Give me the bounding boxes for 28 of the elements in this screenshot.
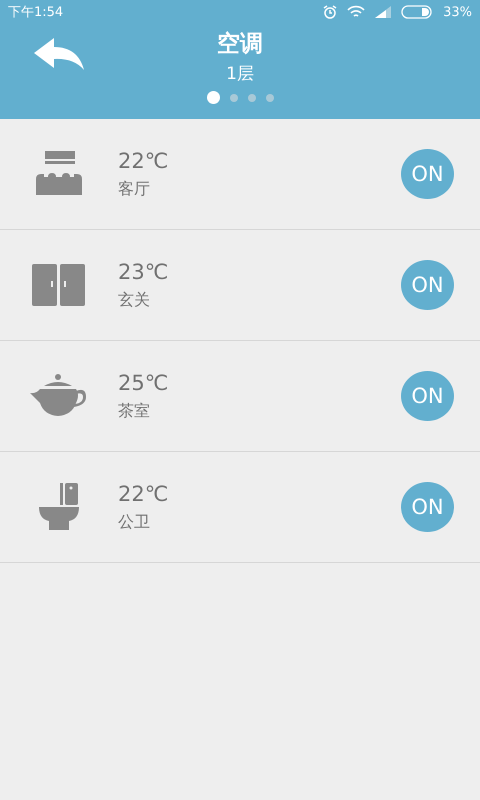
power-toggle[interactable]: ON [401, 260, 454, 310]
wifi-icon [347, 5, 366, 19]
power-toggle[interactable]: ON [401, 482, 454, 532]
room-temperature: 23℃ [118, 260, 170, 284]
status-time: 下午1:54 [8, 4, 64, 21]
room-temperature: 25℃ [118, 370, 170, 394]
room-name: 茶室 [118, 400, 151, 422]
battery-icon [401, 5, 434, 19]
page-indicator-dot[interactable] [206, 91, 220, 104]
back-button[interactable] [34, 38, 86, 72]
page-title: 空调 [217, 30, 263, 59]
alarm-icon [323, 5, 338, 19]
power-toggle[interactable]: ON [401, 371, 454, 421]
room-name: 玄关 [118, 290, 151, 310]
room-temperature: 22℃ [118, 482, 170, 506]
floor-label: 1层 [226, 63, 254, 86]
page-indicator-dot[interactable] [230, 94, 238, 102]
page-indicator-dot[interactable] [266, 94, 274, 102]
room-name: 客厅 [118, 178, 151, 200]
signal-icon [375, 6, 392, 18]
page-indicator-dot[interactable] [248, 94, 256, 102]
room-name: 公卫 [118, 512, 151, 532]
wardrobe-icon [32, 264, 86, 306]
toilet-icon [38, 483, 80, 531]
battery-level: 33% [443, 4, 472, 20]
teapot-icon [30, 374, 88, 418]
room-temperature: 22℃ [118, 148, 170, 172]
power-toggle[interactable]: ON [401, 149, 454, 199]
